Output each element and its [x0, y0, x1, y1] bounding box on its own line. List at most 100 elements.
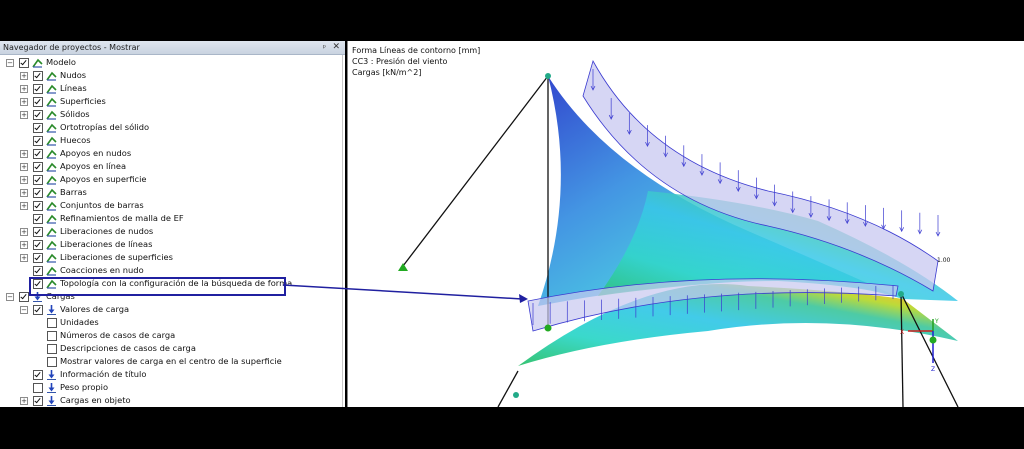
- tree-item[interactable]: Refinamientos de malla de EF: [0, 212, 340, 225]
- expand-icon[interactable]: +: [20, 228, 28, 236]
- expand-icon[interactable]: +: [20, 85, 28, 93]
- model-icon: [46, 214, 57, 224]
- collapse-icon[interactable]: −: [20, 306, 28, 314]
- tree-item[interactable]: Descripciones de casos de carga: [0, 342, 340, 355]
- tree-scrollbar[interactable]: [342, 55, 343, 407]
- model-icon: [46, 84, 57, 94]
- expand-icon[interactable]: +: [20, 163, 28, 171]
- checkbox[interactable]: [33, 227, 43, 237]
- checkbox[interactable]: [33, 97, 43, 107]
- checkbox[interactable]: [33, 149, 43, 159]
- expand-icon[interactable]: +: [20, 111, 28, 119]
- load-icon: [47, 383, 56, 393]
- axis-y-label: Y: [934, 318, 939, 325]
- checkbox[interactable]: [33, 71, 43, 81]
- load-icon: [47, 396, 56, 406]
- tree-item[interactable]: + Liberaciones de superficies: [0, 251, 340, 264]
- checkbox[interactable]: [33, 253, 43, 263]
- tree-item[interactable]: Información de título: [0, 368, 340, 381]
- expand-icon[interactable]: +: [20, 98, 28, 106]
- checkbox[interactable]: [47, 344, 57, 354]
- expand-icon[interactable]: +: [20, 254, 28, 262]
- checkbox[interactable]: [33, 84, 43, 94]
- checkbox[interactable]: [47, 357, 57, 367]
- model-icon: [46, 162, 57, 172]
- tree-item[interactable]: + Nudos: [0, 69, 340, 82]
- tree-item[interactable]: + Barras: [0, 186, 340, 199]
- model-icon: [46, 188, 57, 198]
- tree-item[interactable]: + Conjuntos de barras: [0, 199, 340, 212]
- checkbox[interactable]: [33, 175, 43, 185]
- tree-item-label: Liberaciones de superficies: [60, 252, 173, 262]
- expand-icon[interactable]: +: [20, 202, 28, 210]
- checkbox[interactable]: [33, 370, 43, 380]
- tree-item[interactable]: + Liberaciones de nudos: [0, 225, 340, 238]
- tree-item[interactable]: Unidades: [0, 316, 340, 329]
- checkbox[interactable]: [33, 214, 43, 224]
- checkbox[interactable]: [47, 331, 57, 341]
- tree-item-label: Sólidos: [60, 109, 90, 119]
- tree-item[interactable]: Huecos: [0, 134, 340, 147]
- collapse-icon[interactable]: −: [6, 59, 14, 67]
- tree-item[interactable]: Peso propio: [0, 381, 340, 394]
- tree-item[interactable]: + Apoyos en superficie: [0, 173, 340, 186]
- tree-item[interactable]: + Sólidos: [0, 108, 340, 121]
- model-icon: [46, 227, 57, 237]
- tree-item-label: Liberaciones de líneas: [60, 239, 153, 249]
- tree-item[interactable]: + Líneas: [0, 82, 340, 95]
- tree-item-label: Liberaciones de nudos: [60, 226, 154, 236]
- checkbox[interactable]: [33, 396, 43, 406]
- tree-item-label: Ortotropías del sólido: [60, 122, 150, 132]
- expand-icon[interactable]: +: [20, 176, 28, 184]
- tree-item-label: Apoyos en línea: [60, 161, 127, 171]
- checkbox[interactable]: [33, 110, 43, 120]
- highlight-box: [29, 277, 286, 296]
- tree-item-label: Nudos: [60, 70, 87, 80]
- tree-item[interactable]: + Superficies: [0, 95, 340, 108]
- close-icon[interactable]: ✕: [332, 41, 340, 54]
- model-icon: [46, 71, 57, 81]
- checkbox[interactable]: [33, 136, 43, 146]
- checkbox[interactable]: [33, 201, 43, 211]
- tree-item[interactable]: + Liberaciones de líneas: [0, 238, 340, 251]
- checkbox[interactable]: [33, 266, 43, 276]
- model-icon: [46, 201, 57, 211]
- tree-item[interactable]: + Apoyos en nudos: [0, 147, 340, 160]
- checkbox[interactable]: [47, 318, 57, 328]
- checkbox[interactable]: [33, 240, 43, 250]
- tree-item-label: Apoyos en superficie: [60, 174, 147, 184]
- checkbox[interactable]: [33, 305, 43, 315]
- tree-item-label: Conjuntos de barras: [60, 200, 144, 210]
- node-right: [898, 291, 904, 297]
- expand-icon[interactable]: +: [20, 150, 28, 158]
- tree-item-label: Superficies: [60, 96, 106, 106]
- tree-item-label: Mostrar valores de carga en el centro de…: [60, 356, 282, 366]
- expand-icon[interactable]: +: [20, 241, 28, 249]
- tree-item[interactable]: + Apoyos en línea: [0, 160, 340, 173]
- checkbox[interactable]: [19, 58, 29, 68]
- checkbox[interactable]: [19, 292, 29, 302]
- expand-icon[interactable]: +: [20, 397, 28, 405]
- load-value-label: 1.00: [937, 257, 951, 264]
- tree-item[interactable]: Mostrar valores de carga en el centro de…: [0, 355, 340, 368]
- expand-icon[interactable]: +: [20, 189, 28, 197]
- checkbox[interactable]: [33, 123, 43, 133]
- model-icon: [46, 110, 57, 120]
- tree-item[interactable]: Coacciones en nudo: [0, 264, 340, 277]
- checkbox[interactable]: [33, 383, 43, 393]
- pin-icon[interactable]: ᵖ: [323, 41, 326, 54]
- load-icon: [47, 305, 56, 315]
- checkbox[interactable]: [33, 188, 43, 198]
- model-icon: [46, 123, 57, 133]
- tree-item[interactable]: + Cargas en objeto: [0, 394, 340, 407]
- collapse-icon[interactable]: −: [6, 293, 14, 301]
- tree-item[interactable]: Ortotropías del sólido: [0, 121, 340, 134]
- model-viewport[interactable]: Forma Líneas de contorno [mm] CC3 : Pres…: [347, 41, 1024, 407]
- tree-item-label: Líneas: [60, 83, 87, 93]
- tree-item[interactable]: Números de casos de carga: [0, 329, 340, 342]
- tree-item[interactable]: − Modelo: [0, 56, 340, 69]
- tree-item-label: Apoyos en nudos: [60, 148, 132, 158]
- expand-icon[interactable]: +: [20, 72, 28, 80]
- tree-item[interactable]: − Valores de carga: [0, 303, 340, 316]
- checkbox[interactable]: [33, 162, 43, 172]
